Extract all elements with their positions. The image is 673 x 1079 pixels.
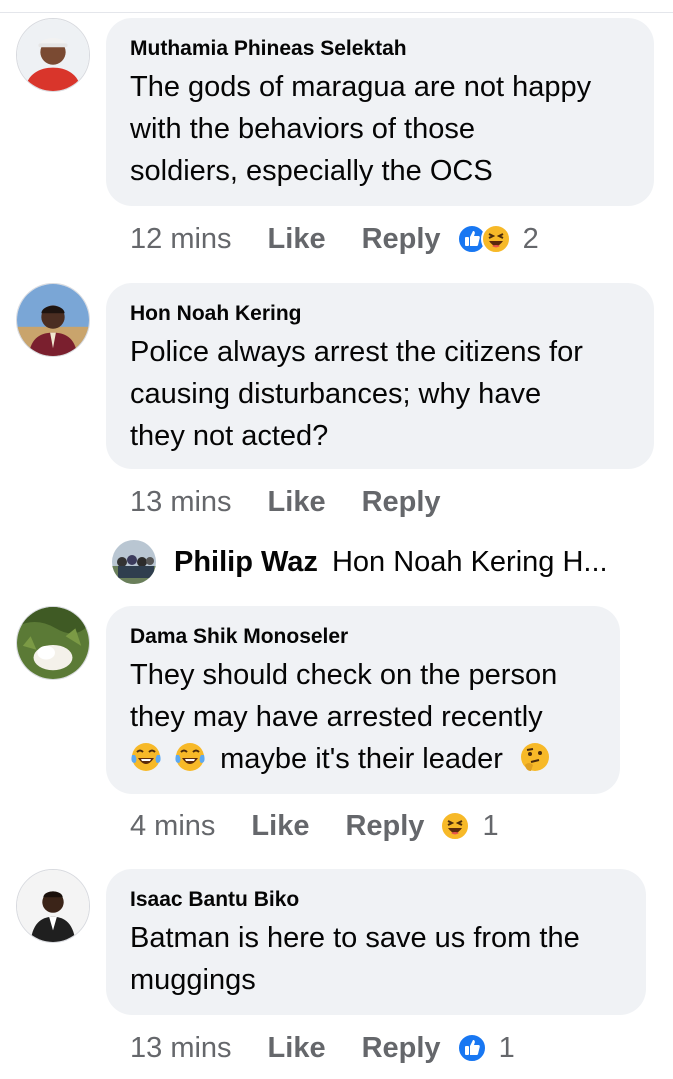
comment-time[interactable]: 4 mins <box>130 810 215 843</box>
comment-line: they not acted? <box>130 420 329 452</box>
reply-avatar <box>112 540 156 584</box>
comment-bubble: Hon Noah Kering Police always arrest the… <box>106 283 654 469</box>
comment-time[interactable]: 13 mins <box>130 486 232 519</box>
reaction-summary[interactable]: 2 <box>456 222 539 256</box>
like-button[interactable]: Like <box>268 1032 326 1065</box>
comment-meta: 4 mins Like Reply 1 <box>130 806 499 846</box>
comment-line: muggings <box>130 964 256 996</box>
reply-button[interactable]: Reply <box>362 223 441 256</box>
comment-text: They should check on the person they may… <box>130 654 596 780</box>
reply-button[interactable]: Reply <box>362 1032 441 1065</box>
comment-author[interactable]: Hon Noah Kering <box>130 301 630 327</box>
avatar[interactable] <box>16 869 90 943</box>
thinking-face-emoji-icon <box>520 743 549 771</box>
comment-time[interactable]: 13 mins <box>130 1032 232 1065</box>
like-button[interactable]: Like <box>268 223 326 256</box>
comment-author[interactable]: Muthamia Phineas Selektah <box>130 36 630 62</box>
reaction-summary[interactable]: 1 <box>440 809 499 843</box>
comment-author[interactable]: Isaac Bantu Biko <box>130 887 622 913</box>
comment-line: They should check on the person <box>130 659 558 691</box>
top-divider <box>0 12 673 13</box>
reply-button[interactable]: Reply <box>345 810 424 843</box>
reaction-summary[interactable]: 1 <box>456 1031 515 1065</box>
avatar[interactable] <box>16 606 90 680</box>
like-button[interactable]: Like <box>268 486 326 519</box>
reaction-count: 1 <box>482 809 499 842</box>
comment-text: Police always arrest the citizens for ca… <box>130 331 630 457</box>
like-button[interactable]: Like <box>251 810 309 843</box>
comment-text: The gods of maragua are not happy with t… <box>130 66 630 192</box>
comment-bubble: Muthamia Phineas Selektah The gods of ma… <box>106 18 654 206</box>
comment-line: Police always arrest the citizens for <box>130 336 583 368</box>
comment-meta: 13 mins Like Reply <box>130 482 441 522</box>
comment-line: Batman is here to save us from the <box>130 922 580 954</box>
reply-snippet: Hon Noah Kering H... <box>331 545 608 578</box>
haha-icon <box>480 224 511 254</box>
comment-line: with the behaviors of those <box>130 113 475 145</box>
reply-preview[interactable]: Philip Waz Hon Noah Kering H... <box>112 540 608 584</box>
haha-icon <box>440 811 471 841</box>
tears-of-joy-emoji-icon <box>131 743 161 771</box>
comment-meta: 13 mins Like Reply 1 <box>130 1028 515 1068</box>
comment-bubble: Dama Shik Monoseler They should check on… <box>106 606 620 794</box>
comment-meta: 12 mins Like Reply 2 <box>130 219 539 259</box>
like-icon <box>456 1033 487 1063</box>
comment-author[interactable]: Dama Shik Monoseler <box>130 624 596 650</box>
comment-time[interactable]: 12 mins <box>130 223 232 256</box>
comment-text: Batman is here to save us from the muggi… <box>130 917 622 1001</box>
reaction-count: 1 <box>498 1031 515 1064</box>
comment-bubble: Isaac Bantu Biko Batman is here to save … <box>106 869 646 1015</box>
comment-line: soldiers, especially the OCS <box>130 155 493 187</box>
avatar[interactable] <box>16 18 90 92</box>
reply-author[interactable]: Philip Waz <box>174 546 318 579</box>
comment-line: The gods of maragua are not happy <box>130 71 592 103</box>
comment-line-text: maybe it's their leader <box>220 743 503 775</box>
avatar[interactable] <box>16 283 90 357</box>
tears-of-joy-emoji-icon <box>175 743 205 771</box>
comment-line: maybe it's their leader <box>130 738 596 780</box>
reply-button[interactable]: Reply <box>362 486 441 519</box>
comment-line: they may have arrested recently <box>130 701 543 733</box>
reaction-count: 2 <box>522 222 539 255</box>
comment-line: causing disturbances; why have <box>130 378 542 410</box>
